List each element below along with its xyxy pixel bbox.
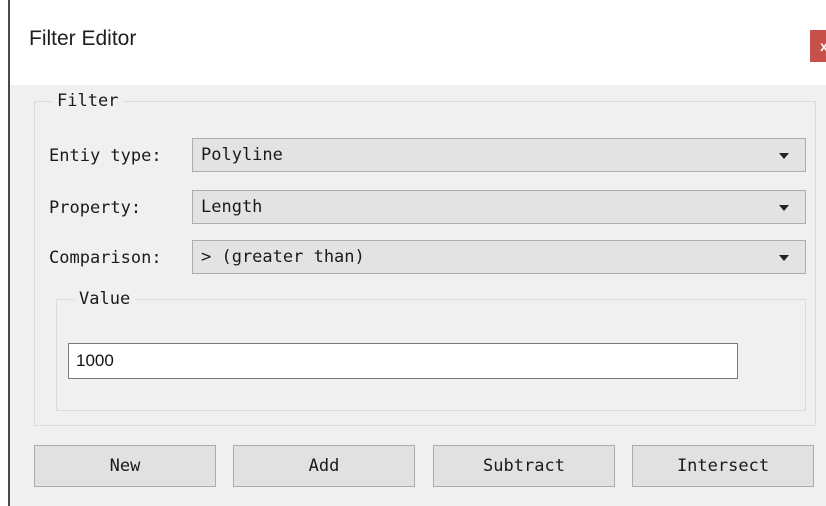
comparison-dropdown[interactable]: > (greater than) — [192, 240, 806, 274]
property-value: Length — [201, 197, 263, 217]
value-input[interactable] — [68, 343, 738, 379]
subtract-button[interactable]: Subtract — [433, 445, 615, 487]
property-dropdown[interactable]: Length — [192, 190, 806, 224]
filter-group-legend: Filter — [52, 90, 124, 112]
comparison-label: Comparison: — [49, 248, 162, 268]
close-icon: x — [820, 38, 826, 54]
entity-type-dropdown[interactable]: Polyline — [192, 138, 806, 172]
chevron-down-icon — [779, 205, 789, 211]
chevron-down-icon — [779, 255, 789, 261]
chevron-down-icon — [779, 153, 789, 159]
comparison-value: > (greater than) — [201, 247, 365, 267]
new-button[interactable]: New — [34, 445, 216, 487]
title-bar: Filter Editor x — [10, 0, 826, 85]
filter-editor-dialog: Filter Editor x Filter Entiy type: Polyl… — [10, 0, 826, 506]
dialog-title: Filter Editor — [29, 27, 137, 50]
entity-type-label: Entiy type: — [49, 146, 162, 166]
value-group-legend: Value — [74, 288, 136, 310]
entity-type-value: Polyline — [201, 145, 283, 165]
property-label: Property: — [49, 198, 142, 218]
add-button[interactable]: Add — [233, 445, 415, 487]
close-button[interactable]: x — [810, 30, 826, 62]
intersect-button[interactable]: Intersect — [632, 445, 814, 487]
